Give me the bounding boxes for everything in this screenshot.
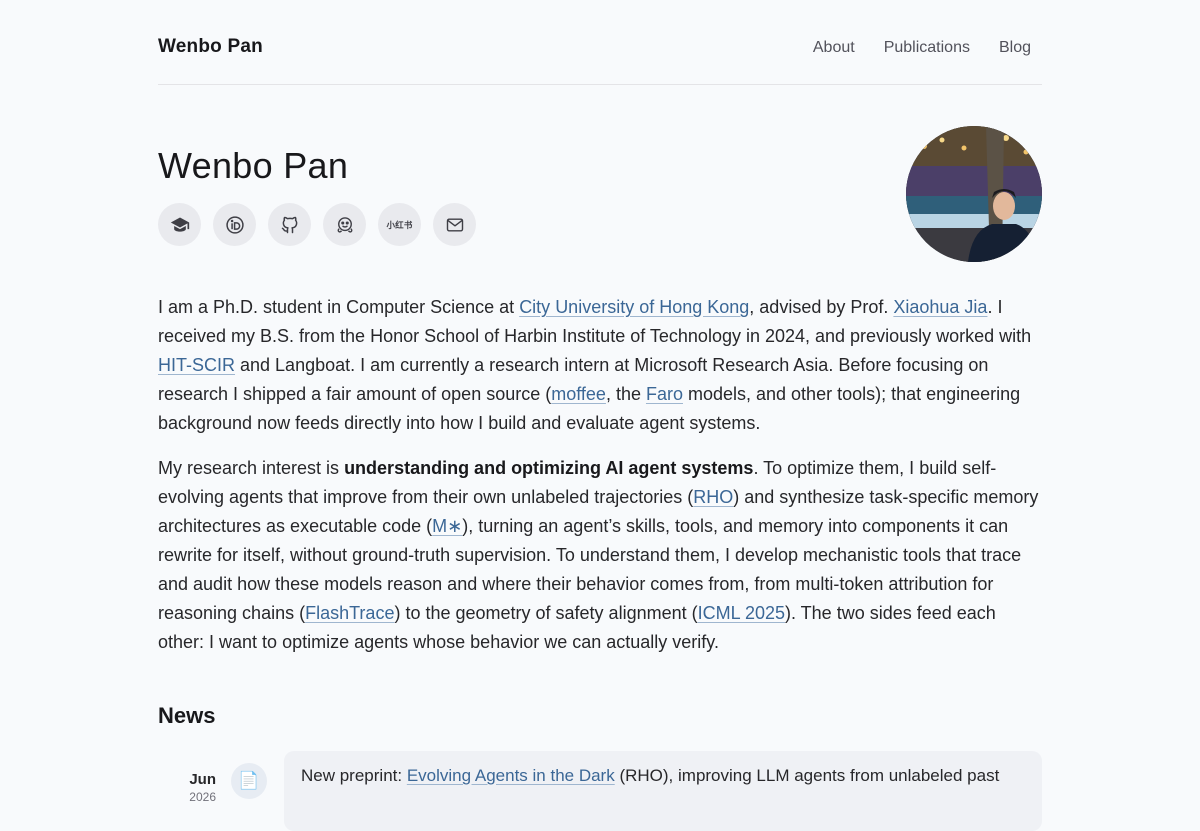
bio-paragraph-1: I am a Ph.D. student in Computer Science… xyxy=(158,297,1032,433)
profile-hero: Wenbo Pan 小红书 xyxy=(158,85,1042,263)
orcid-link[interactable] xyxy=(213,203,256,246)
link-xiaohua-jia[interactable]: Xiaohua Jia xyxy=(893,297,987,317)
link-evolving-agents[interactable]: Evolving Agents in the Dark xyxy=(407,766,615,785)
research-interest-highlight: understanding and optimizing AI agent sy… xyxy=(344,458,754,478)
page-container: Wenbo Pan About Publications Blog Wenbo … xyxy=(158,0,1042,831)
huggingface-link[interactable] xyxy=(323,203,366,246)
link-flashtrace[interactable]: FlashTrace xyxy=(305,603,394,623)
news-heading: News xyxy=(158,703,216,728)
orcid-icon xyxy=(225,215,244,234)
site-header: Wenbo Pan About Publications Blog xyxy=(158,0,1042,85)
news-year: 2026 xyxy=(189,790,216,804)
xiaohongshu-link[interactable]: 小红书 xyxy=(378,203,421,246)
link-icml-2025[interactable]: ICML 2025 xyxy=(698,603,785,623)
news-section: News Jun 2026 📄 New preprint: Evolving A… xyxy=(158,703,1042,831)
document-icon: 📄 xyxy=(231,763,267,799)
mail-icon xyxy=(446,217,463,232)
google-scholar-link[interactable] xyxy=(158,203,201,246)
link-rho[interactable]: RHO xyxy=(693,487,733,507)
link-hit-scir[interactable]: HIT-SCIR xyxy=(158,355,235,375)
link-city-university[interactable]: City University of Hong Kong xyxy=(519,297,749,317)
graduation-cap-icon xyxy=(170,217,189,232)
avatar xyxy=(906,126,1042,262)
xiaohongshu-icon: 小红书 xyxy=(386,219,413,230)
news-month: Jun xyxy=(189,771,216,788)
github-icon xyxy=(281,216,297,233)
link-faro[interactable]: Faro xyxy=(646,384,683,404)
link-moffee[interactable]: moffee xyxy=(551,384,606,404)
avatar-photo xyxy=(906,126,1042,262)
news-card: New preprint: Evolving Agents in the Dar… xyxy=(284,751,1042,831)
site-brand[interactable]: Wenbo Pan xyxy=(158,36,263,58)
email-link[interactable] xyxy=(433,203,476,246)
nav-publications[interactable]: Publications xyxy=(884,39,970,57)
nav-about[interactable]: About xyxy=(813,39,855,57)
nav-blog[interactable]: Blog xyxy=(999,39,1031,57)
bio-paragraph-2: My research interest is understanding an… xyxy=(158,458,1039,652)
huggingface-icon xyxy=(337,216,352,233)
link-m-star[interactable]: M∗ xyxy=(432,516,462,536)
main-nav: About Publications Blog xyxy=(813,39,1031,57)
bio-section: I am a Ph.D. student in Computer Science… xyxy=(158,293,1042,657)
profile-name: Wenbo Pan xyxy=(158,145,349,186)
news-item: Jun 2026 📄 New preprint: Evolving Agents… xyxy=(158,751,1042,831)
github-link[interactable] xyxy=(268,203,311,246)
news-date: Jun 2026 xyxy=(158,771,216,804)
social-links: 小红书 xyxy=(158,203,476,246)
